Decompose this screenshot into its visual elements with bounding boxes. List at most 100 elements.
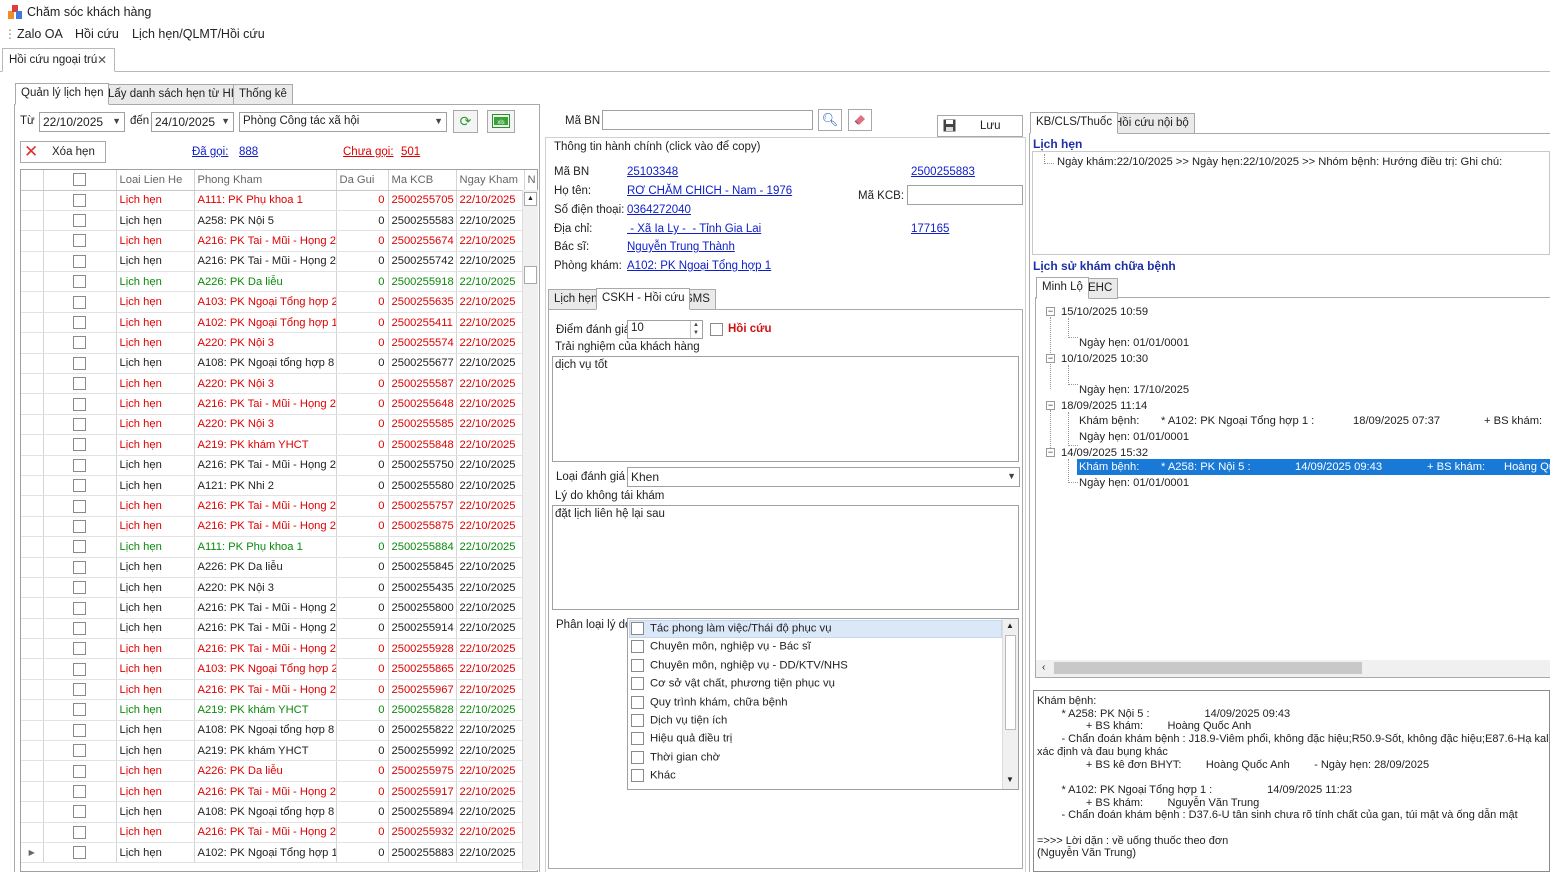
history-node-appointment[interactable]: Ngày hẹn: 01/01/0001 — [1079, 337, 1189, 349]
table-row[interactable]: Lịch hẹn A216: PK Tai - Mũi - Họng 2 0 2500… — [21, 822, 537, 844]
row-checkbox[interactable] — [43, 373, 117, 395]
table-row[interactable]: Lịch hẹn A216: PK Tai - Mũi - Họng 2 0 2500… — [21, 618, 537, 640]
row-checkbox[interactable] — [43, 801, 117, 823]
table-row[interactable]: Lịch hẹn A216: PK Tai - Mũi - Họng 2 0 2500… — [21, 455, 537, 476]
export-excel-button[interactable]: xls — [487, 110, 515, 133]
history-node-time[interactable]: 15/10/2025 10:59 — [1061, 306, 1148, 318]
ma-bn-value[interactable]: 25103348 — [627, 166, 678, 178]
row-checkbox[interactable] — [43, 414, 117, 436]
scroll-thumb[interactable] — [524, 266, 537, 284]
tab-quan-ly-lich-hen[interactable]: Quản lý lịch hẹn — [15, 83, 110, 105]
table-row[interactable]: Lịch hẹn A219: PK khám YHCT 0 2500255828 22/… — [21, 699, 537, 721]
refresh-button[interactable]: ⟳ — [453, 110, 478, 133]
row-checkbox[interactable] — [43, 516, 117, 538]
not-called-count[interactable]: 501 — [401, 146, 420, 158]
table-row[interactable]: Lịch hẹn A216: PK Tai - Mũi - Họng 2 0 2500… — [21, 495, 537, 517]
row-checkbox[interactable] — [43, 271, 117, 293]
row-checkbox[interactable] — [43, 353, 117, 375]
table-row[interactable]: Lịch hẹn A220: PK Nội 3 0 2500255587 22/10/2… — [21, 373, 537, 395]
row-header-cell[interactable] — [21, 720, 44, 742]
table-row[interactable]: Lịch hẹn A216: PK Tai - Mũi - Họng 2 0 2500… — [21, 516, 537, 538]
category-checkbox[interactable] — [631, 640, 644, 654]
reason-textarea[interactable]: đặt lịch liên hệ lại sau — [552, 505, 1019, 610]
table-row[interactable]: Lịch hẹn A103: PK Ngoại Tổng hợp 2 0 250025… — [21, 658, 537, 680]
row-header-cell[interactable] — [21, 373, 44, 395]
row-checkbox[interactable] — [43, 720, 117, 742]
row-checkbox[interactable] — [43, 740, 117, 762]
category-item[interactable]: Hiệu quả điều trị — [631, 732, 732, 746]
col-loai-lien-he[interactable]: Loai Lien He — [116, 170, 195, 191]
from-date-picker[interactable]: 22/10/2025 ▼ — [39, 112, 125, 132]
table-row[interactable]: Lịch hẹn A216: PK Tai - Mũi - Họng 2 0 2500… — [21, 597, 537, 619]
scroll-thumb[interactable] — [1005, 635, 1016, 730]
row-header-cell[interactable] — [21, 251, 44, 273]
row-checkbox[interactable] — [43, 618, 117, 640]
save-button[interactable]: Lưu — [937, 115, 1023, 137]
table-row[interactable]: Lịch hẹn A111: PK Phụ khoa 1 0 2500255884 22… — [21, 536, 537, 558]
history-exam-label[interactable]: Khám bệnh: — [1079, 461, 1139, 473]
collapse-icon[interactable]: − — [1046, 354, 1055, 363]
table-row[interactable]: Lịch hẹn A216: PK Tai - Mũi - Họng 2 0 2500… — [21, 638, 537, 660]
row-checkbox[interactable] — [43, 210, 117, 232]
row-checkbox[interactable] — [43, 679, 117, 701]
row-checkbox[interactable] — [43, 822, 117, 844]
table-row[interactable]: Lịch hẹn A226: PK Da liễu 0 2500255918 22/10… — [21, 271, 537, 293]
category-item[interactable]: Quy trình khám, chữa bệnh — [631, 695, 788, 709]
row-checkbox[interactable] — [43, 455, 117, 476]
row-checkbox[interactable] — [43, 434, 117, 456]
row-header-cell[interactable] — [21, 312, 44, 334]
row-header-cell[interactable] — [21, 699, 44, 721]
row-checkbox[interactable] — [43, 230, 117, 252]
appointments-tree[interactable]: Ngày khám:22/10/2025 >> Ngày hẹn:22/10/2… — [1032, 151, 1550, 255]
table-row[interactable]: Lịch hẹn A258: PK Nội 5 0 2500255583 22/10/2… — [21, 210, 537, 232]
row-header-cell[interactable] — [21, 618, 44, 640]
tab-thong-ke[interactable]: Thống kê — [233, 84, 293, 105]
row-header-cell[interactable] — [21, 822, 44, 844]
table-row[interactable]: Lịch hẹn A219: PK khám YHCT 0 2500255992 22/… — [21, 740, 537, 762]
table-row[interactable]: Lịch hẹn A216: PK Tai - Mũi - Họng 2 0 2500… — [21, 679, 537, 701]
row-checkbox[interactable] — [43, 842, 117, 864]
sdt-value[interactable]: 0364272040 — [627, 204, 691, 216]
category-scrollbar[interactable]: ▲ ▼ — [1002, 619, 1018, 789]
row-header-cell[interactable] — [21, 557, 44, 578]
clear-button[interactable] — [848, 109, 872, 131]
scroll-up-icon[interactable]: ▲ — [1006, 621, 1014, 630]
delete-appointment-button[interactable]: ✕ Xóa hẹn — [20, 141, 106, 163]
category-item[interactable]: Cơ sở vật chất, phương tiện phục vụ — [631, 677, 835, 691]
history-node-time[interactable]: 14/09/2025 15:32 — [1061, 447, 1148, 459]
row-header-cell[interactable] — [21, 516, 44, 538]
table-row[interactable]: Lịch hẹn A111: PK Phụ khoa 1 0 2500255705 22… — [21, 190, 537, 211]
row-header-cell[interactable] — [21, 190, 44, 211]
row-checkbox[interactable] — [43, 251, 117, 273]
history-node-appointment[interactable]: Ngày hẹn: 01/01/0001 — [1079, 477, 1189, 489]
col-da-gui[interactable]: Da Gui — [336, 170, 389, 191]
category-item[interactable]: Tác phong làm việc/Thái độ phục vụ — [631, 622, 831, 635]
experience-textarea[interactable]: dịch vụ tốt — [552, 356, 1019, 462]
table-row[interactable]: Lịch hẹn A108: PK Ngoại tổng hợp 8 0 250025… — [21, 353, 537, 375]
row-header-cell[interactable] — [21, 638, 44, 660]
table-row[interactable]: Lịch hẹn A216: PK Tai - Mũi - Họng 2 0 2500… — [21, 230, 537, 252]
row-checkbox[interactable] — [43, 597, 117, 619]
row-checkbox[interactable] — [43, 291, 117, 313]
row-header-cell[interactable] — [21, 801, 44, 823]
phong-kham-value[interactable]: A102: PK Ngoại Tổng hợp 1 — [627, 260, 771, 272]
row-checkbox[interactable] — [43, 495, 117, 517]
row-header-cell[interactable] — [21, 740, 44, 762]
row-checkbox[interactable] — [43, 536, 117, 558]
table-row[interactable]: Lịch hẹn A103: PK Ngoại Tổng hợp 2 0 250025… — [21, 291, 537, 313]
scroll-up-icon[interactable]: ▲ — [524, 192, 537, 206]
stepper-arrows-icon[interactable]: ▲ ▼ — [690, 321, 701, 338]
row-header-cell[interactable] — [21, 760, 44, 782]
row-checkbox[interactable] — [43, 393, 117, 415]
row-checkbox[interactable] — [43, 312, 117, 334]
menu-hoi-cuu[interactable]: Hồi cứu — [75, 27, 119, 41]
row-checkbox[interactable] — [43, 658, 117, 680]
menu-lich-hen[interactable]: Lịch hẹn/QLMT/Hồi cứu — [132, 27, 265, 41]
row-header-cell[interactable] — [21, 536, 44, 558]
row-header-cell[interactable] — [21, 658, 44, 680]
row-header-cell[interactable] — [21, 291, 44, 313]
row-header-cell[interactable] — [21, 495, 44, 517]
row-header-cell[interactable] — [21, 271, 44, 293]
rating-type-select[interactable]: Khen ▼ — [627, 467, 1020, 487]
dia-chi-code[interactable]: 177165 — [911, 223, 949, 235]
